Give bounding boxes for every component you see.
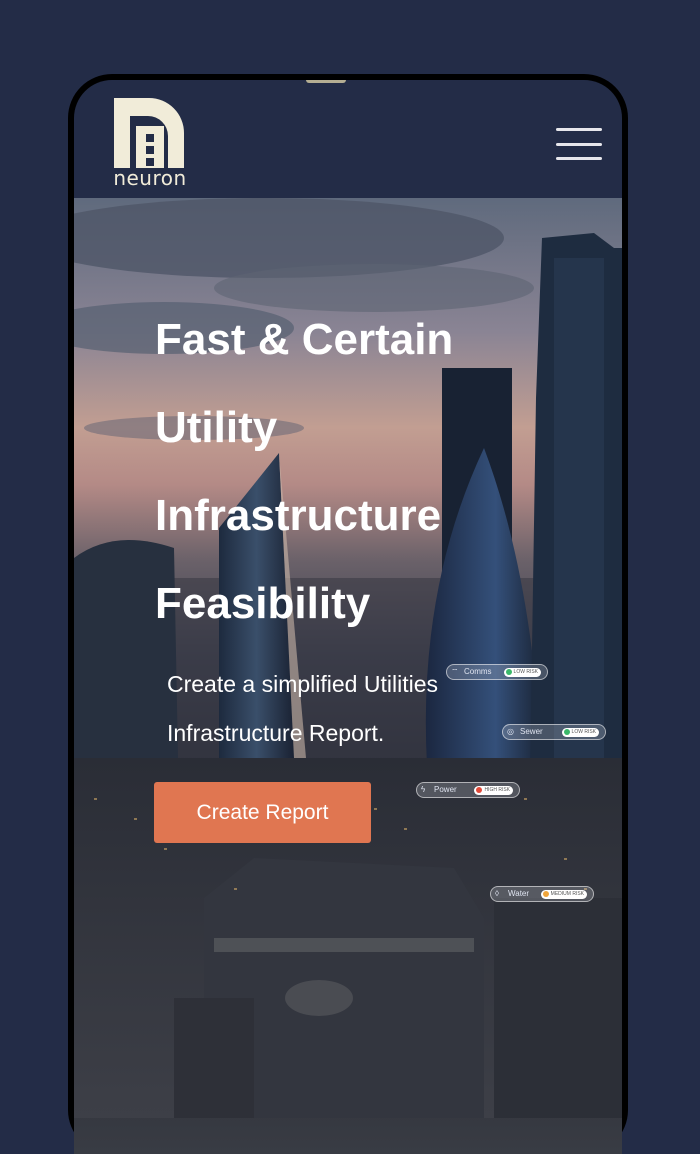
brand-name: neuron [113,166,187,190]
hero-headline: Fast & Certain Utility Infrastructure Fe… [155,296,595,648]
brand-logo[interactable]: neuron [112,98,188,190]
status-text: LOW RISK [513,668,538,675]
headline-line: Infrastructure [155,491,442,540]
headline-line: Feasibility [155,579,371,628]
tag-label: Comms [464,667,492,676]
status-text: HIGH RISK [484,786,510,793]
utility-tag-power: ϟ Power HIGH RISK [416,782,520,798]
sewer-icon: ◎ [507,727,514,736]
status-badge: MEDIUM RISK [540,889,587,899]
tag-label: Water [508,889,530,898]
phone-screen: neuron Fast & Certain Utility Infrastruc… [74,80,622,1154]
utility-tag-water: ◊ Water MEDIUM RISK [490,886,594,902]
phone-frame: neuron Fast & Certain Utility Infrastruc… [68,74,628,1154]
hero-section: Fast & Certain Utility Infrastructure Fe… [74,198,622,1154]
create-report-button[interactable]: Create Report [154,782,371,843]
headline-line: Utility [155,403,278,452]
status-badge: LOW RISK [561,727,599,737]
droplet-icon: ◊ [495,889,499,898]
menu-line [556,128,602,131]
site-header: neuron [74,80,622,198]
menu-line [556,142,602,146]
utility-tag-comms: ⌔ Comms LOW RISK [446,664,548,680]
neuron-logo-icon [114,98,184,168]
status-badge: HIGH RISK [474,785,513,795]
status-text: MEDIUM RISK [550,890,584,897]
antenna-icon: ⌔ [451,667,459,676]
hamburger-menu-icon[interactable] [556,128,602,160]
headline-line: Fast & Certain [155,315,454,364]
subtitle-line: Infrastructure Report. [167,720,385,746]
lightning-icon: ϟ [421,785,426,794]
status-text: LOW RISK [571,728,596,735]
utility-tag-sewer: ◎ Sewer LOW RISK [502,724,606,740]
tag-label: Sewer [520,727,543,736]
status-badge: LOW RISK [503,667,541,677]
menu-line [556,157,602,160]
tag-label: Power [434,785,457,794]
